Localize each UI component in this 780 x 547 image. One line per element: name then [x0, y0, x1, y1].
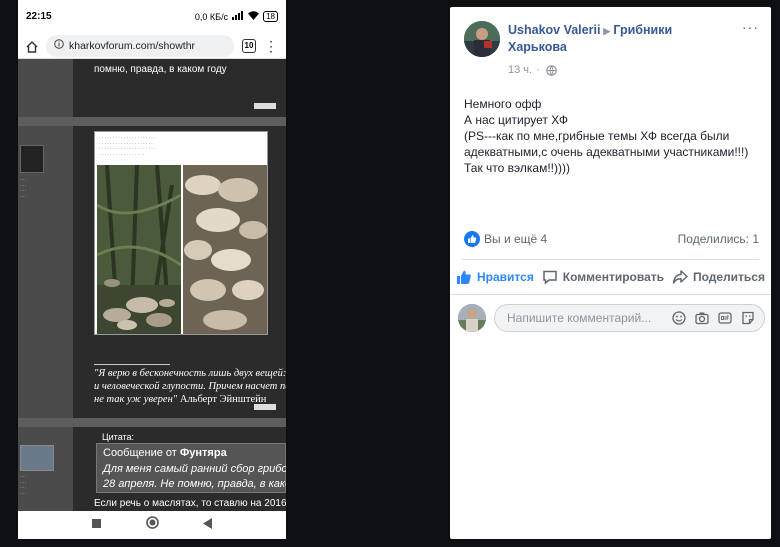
thumbs-up-icon — [456, 269, 472, 285]
author-avatar[interactable] — [464, 21, 500, 57]
quote-header: Сообщение от Фунтяра — [103, 447, 227, 459]
forum-user-column — [18, 59, 73, 511]
info-icon — [54, 39, 64, 52]
address-bar[interactable]: kharkovforum.com/showthr — [46, 34, 234, 57]
divider — [462, 259, 759, 260]
post-body: Немного офф А нас цитирует ХФ (PS---как … — [464, 96, 764, 176]
forum-user-info: ···· ···· ···· ···· — [20, 474, 26, 496]
camera-icon[interactable] — [694, 310, 710, 326]
status-bar: 22:15 0,0 КБ/с 18 — [18, 0, 286, 33]
gif-icon[interactable] — [717, 310, 733, 326]
comment-composer: Напишите комментарий... — [458, 303, 765, 333]
android-nav-bar — [18, 511, 286, 539]
wifi-icon — [248, 11, 260, 22]
post-line: Так что вэлкам!!)))) — [464, 161, 570, 175]
shares-count[interactable]: Поделились: 1 — [678, 232, 759, 246]
time-text: 13 ч. — [508, 64, 533, 76]
post-separator — [18, 117, 286, 126]
comment-input[interactable]: Напишите комментарий... — [494, 304, 765, 332]
quote-block: Сообщение от Фунтяра Для меня самый ранн… — [96, 443, 286, 493]
quote-button[interactable] — [254, 103, 276, 109]
comment-icon — [542, 269, 558, 285]
post-line: (PS---как по мне,грибные темы ХФ всегда … — [464, 129, 749, 159]
mushrooms-in-forest-photo — [97, 165, 181, 334]
caret-right-icon: ▶ — [603, 26, 611, 36]
signature-line-2: и человеческой глупости. Причем насчет п… — [94, 381, 286, 392]
emoji-icon[interactable] — [671, 310, 687, 326]
tab-count-button[interactable]: 10 — [242, 38, 256, 53]
comment-placeholder: Напишите комментарий... — [507, 311, 652, 325]
quote-line-2: 28 апреля. Не помню, правда, в како — [103, 478, 286, 490]
post-line: А нас цитирует ХФ — [464, 113, 568, 127]
group-name-continued[interactable]: Харькова — [508, 40, 567, 54]
comment-button[interactable]: Комментировать — [542, 269, 664, 285]
dot-separator: · — [536, 64, 540, 76]
mushroom-photo-card: · · · · · · · · · · · · · · · · · · · · … — [94, 131, 268, 335]
signature-line-1: "Я верю в бесконечность лишь двух вещей:… — [94, 368, 286, 379]
forum-user-avatar — [20, 145, 44, 173]
post-actions: Нравится Комментировать Поделиться — [456, 265, 765, 289]
share-icon — [672, 269, 688, 285]
forum-user-info: ···· ···· ···· ···· — [20, 177, 26, 199]
browser-toolbar: kharkovforum.com/showthr 10 ⋮ — [18, 33, 286, 59]
sticker-icon[interactable] — [740, 310, 756, 326]
forum-top-text: помню, правда, в каком году — [94, 64, 227, 75]
share-button[interactable]: Поделиться — [672, 269, 765, 285]
globe-icon — [544, 62, 560, 78]
quote-label: Цитата: — [102, 432, 135, 442]
battery-icon: 18 — [263, 11, 278, 22]
reply-text: Если речь о маслятах, то ставлю на 2016 — [94, 498, 286, 509]
like-reaction-icon[interactable] — [464, 231, 480, 247]
forum-page: помню, правда, в каком году ···· ···· ····… — [18, 59, 286, 511]
current-user-avatar[interactable] — [458, 304, 486, 332]
share-label: Поделиться — [692, 270, 765, 284]
quote-button[interactable] — [254, 404, 276, 410]
reactions-count[interactable]: Вы и ещё 4 — [484, 232, 547, 246]
forum-user-avatar — [20, 445, 54, 471]
more-options-icon[interactable]: ··· — [742, 19, 759, 35]
like-button[interactable]: Нравится — [456, 269, 534, 285]
signal-icon — [232, 11, 244, 22]
status-time: 22:15 — [26, 11, 52, 22]
group-link[interactable]: Грибники — [613, 23, 672, 37]
like-label: Нравится — [477, 270, 534, 284]
reaction-counts-row: Вы и ещё 4 Поделились: 1 — [464, 231, 759, 247]
post-author-link[interactable]: Ushakov Valerii ▶ Грибники — [508, 23, 672, 37]
signature-line-3: не так уж уверен" Альберт Эйнштейн — [94, 394, 267, 405]
home-icon[interactable] — [26, 40, 38, 53]
phone-screenshot: 22:15 0,0 КБ/с 18 kharkovforum.com/showt… — [18, 0, 286, 539]
home-button-icon[interactable] — [145, 516, 159, 534]
back-icon[interactable] — [202, 516, 213, 534]
browser-menu-icon[interactable]: ⋮ — [264, 39, 278, 53]
network-speed: 0,0 КБ/с — [194, 11, 229, 22]
post-line: Немного офф — [464, 97, 542, 111]
signature-divider — [94, 364, 170, 365]
post-timestamp[interactable]: 13 ч. · — [508, 62, 560, 78]
post-separator — [18, 418, 286, 427]
divider — [450, 294, 771, 295]
recents-icon[interactable] — [91, 516, 102, 534]
facebook-post: Ushakov Valerii ▶ Грибники Харькова 13 ч. … — [450, 7, 771, 539]
comment-label: Комментировать — [562, 270, 665, 284]
quote-line-1: Для меня самый ранний сбор грибов — [103, 463, 286, 475]
mushroom-cluster-photo — [183, 165, 267, 334]
photo-caption: · · · · · · · · · · · · · · · · · · · · … — [99, 135, 156, 157]
url-text: kharkovforum.com/showthr — [69, 39, 196, 52]
